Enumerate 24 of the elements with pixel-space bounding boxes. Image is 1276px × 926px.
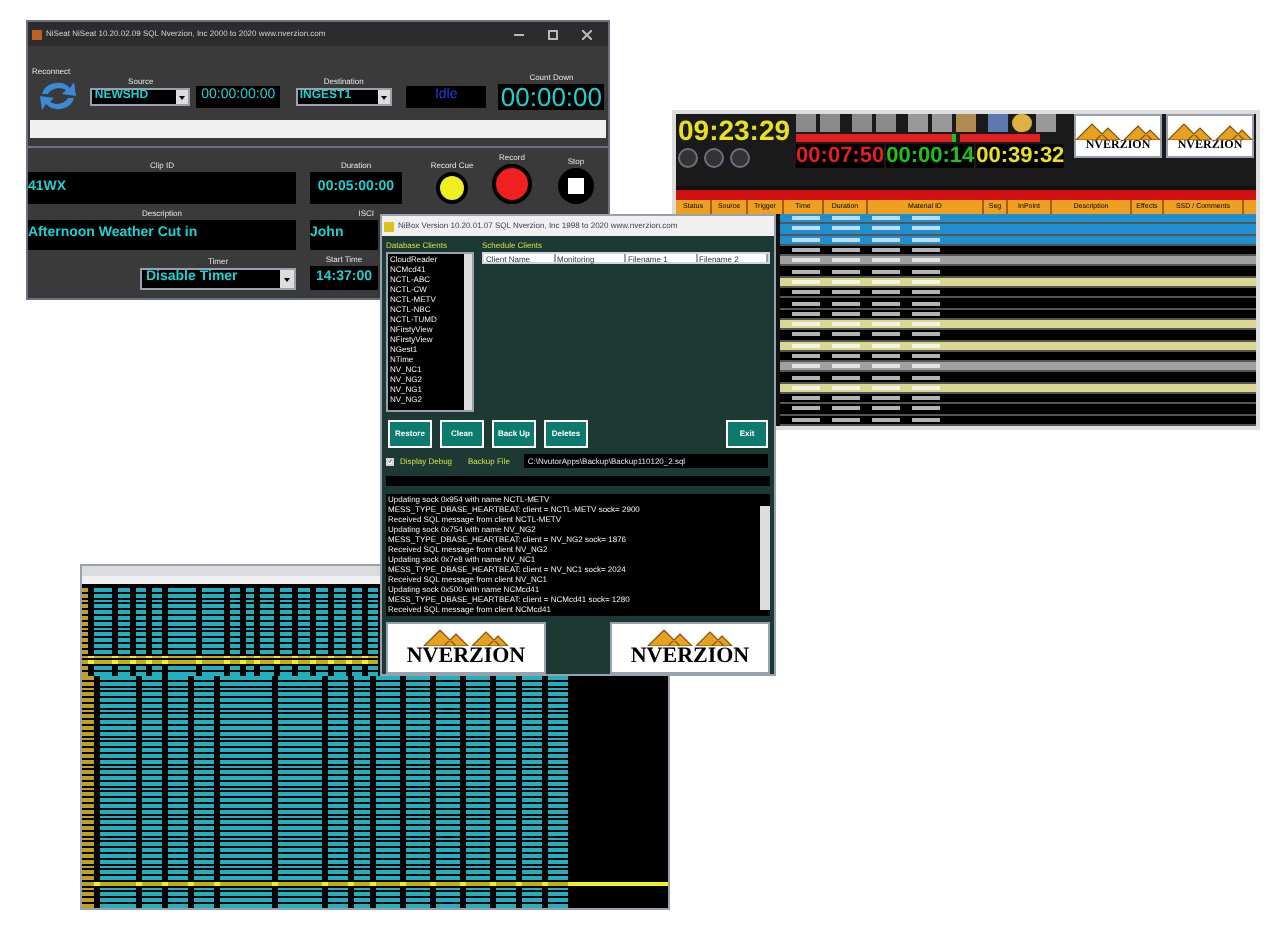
- app-icon: [32, 29, 42, 39]
- nverzion-logo: NVERZION: [386, 622, 546, 674]
- stop-button[interactable]: [558, 168, 594, 204]
- clock-display: 09:23:29: [678, 114, 791, 146]
- scrollbar[interactable]: [760, 505, 770, 610]
- maximize-icon[interactable]: [548, 29, 558, 39]
- stop-icon: [568, 178, 584, 194]
- record-cue-button[interactable]: [436, 172, 468, 204]
- timer-display: 00:39:32: [976, 144, 1065, 168]
- nverzion-logo: NVERZION: [610, 622, 770, 674]
- refresh-icon[interactable]: [36, 78, 81, 114]
- close-icon[interactable]: [582, 29, 592, 39]
- timer-display: 00:07:50: [796, 144, 885, 168]
- app-icon: [384, 221, 394, 231]
- scrollbar[interactable]: [464, 254, 472, 410]
- dropdown-arrow-icon: [377, 90, 390, 104]
- countdown-display: 00:00:00: [498, 84, 604, 110]
- dropdown-arrow-icon: [176, 90, 189, 104]
- minimize-icon[interactable]: [514, 29, 524, 39]
- skip-button[interactable]: [704, 148, 724, 168]
- record-button[interactable]: [492, 164, 532, 204]
- timer-display: 00:00:14: [886, 144, 975, 168]
- play-button[interactable]: [730, 148, 750, 168]
- checkbox[interactable]: [386, 457, 394, 465]
